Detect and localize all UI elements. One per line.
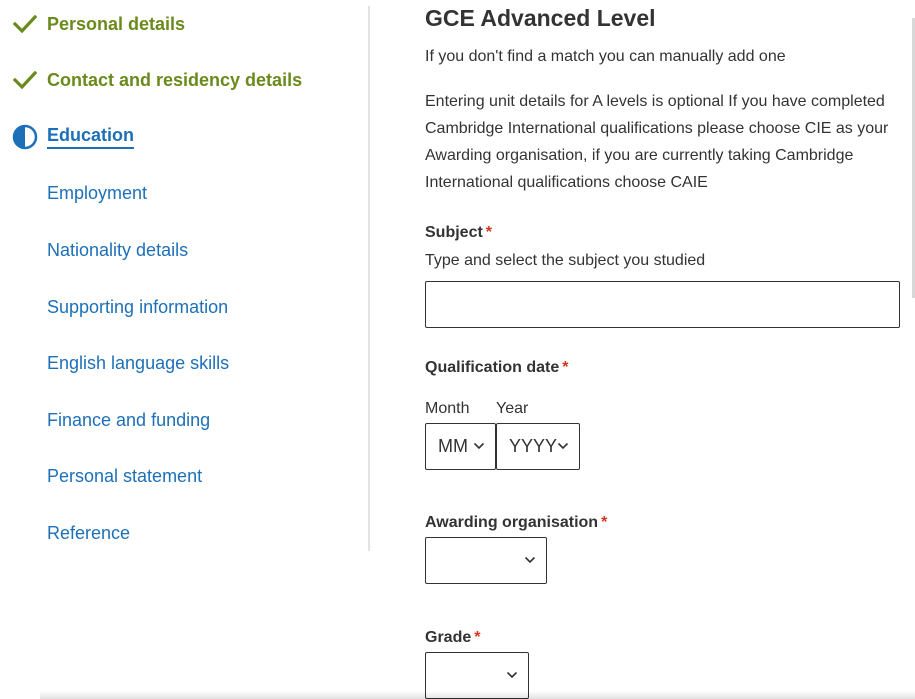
half-circle-icon bbox=[12, 124, 38, 150]
sidebar-item-label: Supporting information bbox=[47, 296, 229, 317]
sidebar-item-finance[interactable]: Finance and funding bbox=[0, 405, 360, 435]
sidebar-item-nationality[interactable]: Nationality details bbox=[0, 235, 360, 265]
sidebar-item-label: English language skills bbox=[47, 352, 230, 373]
chevron-down-icon bbox=[506, 669, 518, 681]
required-marker: * bbox=[562, 359, 569, 376]
grade-label-text: Grade bbox=[425, 629, 472, 646]
sidebar-item-label: Personal statement bbox=[47, 465, 203, 486]
section-title: GCE Advanced Level bbox=[425, 5, 656, 31]
education-form: GCE Advanced Level If you don't find a m… bbox=[425, 0, 915, 699]
month-select[interactable]: MM bbox=[425, 423, 496, 470]
bottom-shadow bbox=[40, 691, 915, 699]
awarding-organisation-select[interactable] bbox=[425, 537, 547, 584]
sidebar-item-label: Education bbox=[47, 125, 135, 149]
qualification-date-label-text: Qualification date bbox=[425, 359, 560, 376]
year-select-value: YYYY bbox=[509, 436, 558, 456]
month-select-value: MM bbox=[438, 436, 468, 456]
help-text: Entering unit details for A levels is op… bbox=[425, 93, 889, 191]
chevron-down-icon bbox=[557, 440, 569, 452]
subject-input[interactable] bbox=[425, 281, 900, 328]
subject-hint: Type and select the subject you studied bbox=[425, 252, 706, 269]
subject-label: Subject * bbox=[425, 224, 492, 242]
sidebar-item-label: Employment bbox=[47, 182, 148, 203]
required-marker: * bbox=[601, 514, 608, 531]
sidebar-item-contact-residency[interactable]: Contact and residency details bbox=[0, 65, 360, 95]
month-label: Month bbox=[425, 400, 470, 417]
year-label: Year bbox=[496, 400, 529, 417]
sidebar-item-employment[interactable]: Employment bbox=[0, 178, 360, 208]
qualification-date-label: Qualification date * bbox=[425, 359, 568, 377]
sidebar-item-supporting-info[interactable]: Supporting information bbox=[0, 292, 360, 322]
sidebar-item-education[interactable]: Education bbox=[0, 122, 360, 152]
awarding-organisation-label: Awarding organisation * bbox=[425, 514, 607, 532]
sidebar-item-label: Personal details bbox=[47, 13, 186, 34]
sidebar-item-personal-statement[interactable]: Personal statement bbox=[0, 461, 360, 491]
required-marker: * bbox=[474, 629, 481, 646]
subject-label-text: Subject bbox=[425, 224, 483, 241]
sidebar-item-label: Nationality details bbox=[47, 239, 189, 260]
awarding-organisation-label-text: Awarding organisation bbox=[425, 514, 599, 531]
required-marker: * bbox=[485, 224, 493, 241]
check-icon bbox=[12, 11, 38, 37]
grade-label: Grade * bbox=[425, 629, 480, 647]
sidebar-divider bbox=[368, 6, 370, 551]
check-icon bbox=[12, 67, 38, 93]
sidebar-item-label: Reference bbox=[47, 522, 131, 543]
sidebar-item-reference[interactable]: Reference bbox=[0, 518, 360, 548]
progress-sidebar: Personal details Contact and residency d… bbox=[0, 0, 370, 699]
sidebar-item-label: Finance and funding bbox=[47, 409, 211, 430]
intro-text: If you don't find a match you can manual… bbox=[425, 48, 786, 65]
chevron-down-icon bbox=[473, 440, 485, 452]
sidebar-item-label: Contact and residency details bbox=[47, 69, 303, 90]
chevron-down-icon bbox=[524, 554, 536, 566]
sidebar-item-english-skills[interactable]: English language skills bbox=[0, 348, 360, 378]
sidebar-item-personal-details[interactable]: Personal details bbox=[0, 9, 360, 39]
year-select[interactable]: YYYY bbox=[496, 423, 580, 470]
